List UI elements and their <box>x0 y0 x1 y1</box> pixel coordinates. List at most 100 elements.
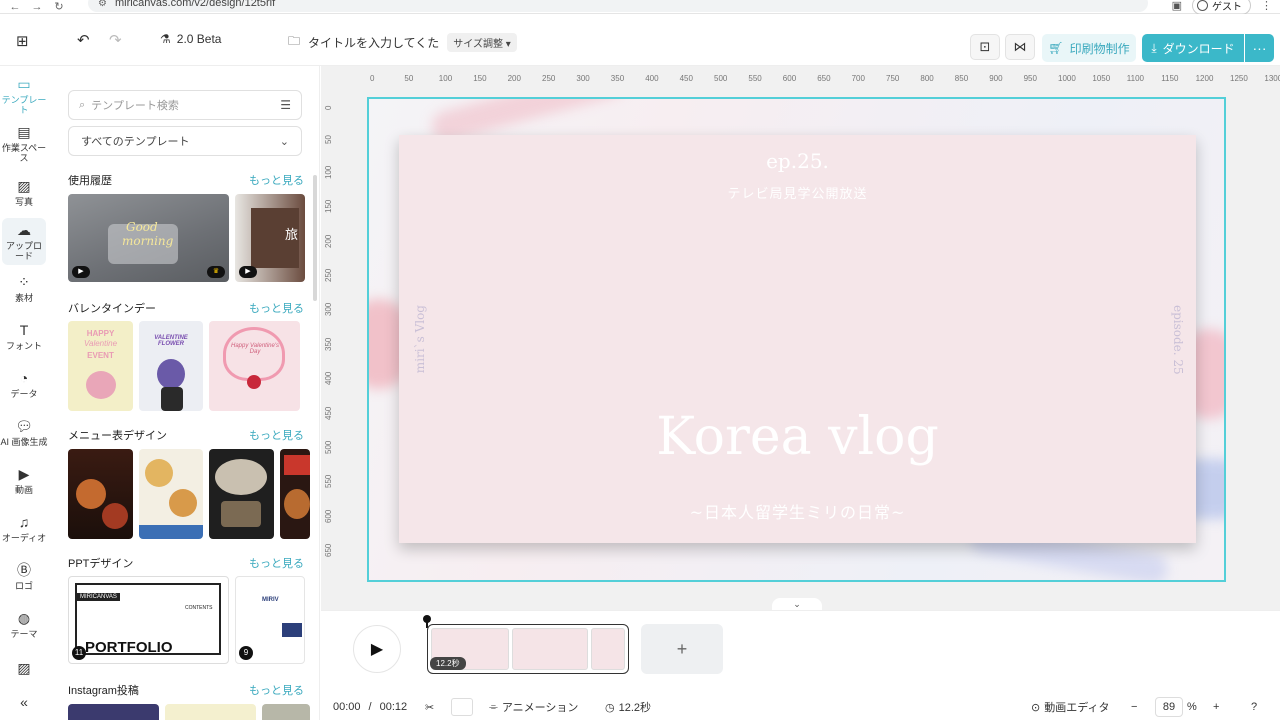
main-title-text[interactable]: Korea vlog <box>399 407 1196 467</box>
rail-item-photo[interactable]: ▨ 写真 <box>0 178 48 207</box>
browser-menu-icon[interactable]: ⋮ <box>1261 0 1272 12</box>
template-thumb-insta-1[interactable] <box>68 704 159 720</box>
template-thumb-travel[interactable]: 旅 ▶ <box>235 194 305 282</box>
template-thumb-menu-1[interactable] <box>68 449 133 539</box>
zoom-out-button[interactable]: − <box>1131 694 1137 720</box>
episode-text[interactable]: ep.25. <box>399 149 1196 173</box>
apps-grid-icon[interactable]: ⊞ <box>16 32 29 50</box>
reload-icon[interactable]: ↻ <box>52 1 66 13</box>
design-card[interactable]: ep.25. テレビ局見学公開放送 Korea vlog ~日本人留学生ミリの日… <box>399 135 1196 543</box>
rail-item-template[interactable]: ▭ テンプレート <box>0 76 48 115</box>
duration-button[interactable]: ◷ 12.2秒 <box>605 694 651 720</box>
collapse-timeline-button[interactable]: ⌄ <box>772 598 822 610</box>
rose-illustration <box>247 375 261 389</box>
forward-icon[interactable]: → <box>30 1 44 13</box>
more-link[interactable]: もっと見る <box>249 682 304 698</box>
folder-icon[interactable]: 🗀 <box>288 32 300 53</box>
template-thumb-good-morning[interactable]: Good morning ▶ ♛ <box>68 194 229 282</box>
timer-icon: ◷ <box>605 701 615 714</box>
rail-item-workspace[interactable]: ▤ 作業スペース <box>0 124 48 163</box>
more-link[interactable]: もっと見る <box>249 427 304 443</box>
subtitle-bottom-text[interactable]: ~日本人留学生ミリの日常~ <box>399 499 1196 523</box>
ruler-tick-label: 450 <box>324 406 333 420</box>
rail-item-elements[interactable]: ⁘ 素材 <box>0 274 48 303</box>
ruler-tick-label: 100 <box>438 74 453 83</box>
template-thumb-menu-3[interactable] <box>209 449 274 539</box>
add-page-button[interactable]: + <box>641 624 723 674</box>
rail-item-theme[interactable]: ◍ テーマ <box>0 610 48 639</box>
rail-item-ai-image[interactable]: 💬︎ AI 画像生成 <box>0 418 48 447</box>
more-link[interactable]: もっと見る <box>249 555 304 571</box>
template-thumb-insta-2[interactable] <box>165 704 256 720</box>
redo-icon[interactable]: ↷ <box>109 31 122 49</box>
rail-label: 作業スペース <box>1 143 47 163</box>
url-bar[interactable]: ⚙ miricanvas.com/v2/design/12t5rif <box>88 0 1148 12</box>
help-button[interactable]: ? <box>1251 694 1257 720</box>
rail-item-video[interactable]: ▶ 動画 <box>0 466 48 495</box>
print-button[interactable]: 🛒︎ 印刷物制作 <box>1042 34 1136 62</box>
rail-item-logo[interactable]: Ⓑ ロゴ <box>0 562 48 591</box>
rail-item-font[interactable]: T フォント <box>0 322 48 351</box>
download-icon: ⤓ <box>1151 40 1157 55</box>
rail-label: 素材 <box>14 293 33 303</box>
rail-item-upload[interactable]: ☁ アップロード <box>2 218 46 265</box>
data-icon: ◔ <box>19 370 29 386</box>
page-count-badge: 9 <box>239 646 253 660</box>
template-thumb-menu-4[interactable] <box>280 449 310 539</box>
back-icon[interactable]: ← <box>8 1 22 13</box>
save-icon: ⊡ <box>979 39 991 54</box>
rail-item-audio[interactable]: ♫ オーディオ <box>0 514 48 543</box>
undo-icon[interactable]: ↶ <box>77 31 90 49</box>
sidepanel-icon[interactable]: ▣ <box>1172 0 1182 12</box>
template-thumb-valentine-flower[interactable]: VALENTINE FLOWER <box>139 321 203 411</box>
ai-image-icon: 💬︎ <box>15 418 33 434</box>
play-button[interactable]: ▶ <box>353 625 401 673</box>
template-thumb-menu-2[interactable] <box>139 449 203 539</box>
site-info-icon[interactable]: ⚙ <box>98 0 107 9</box>
flask-icon: ⚗ <box>160 32 171 46</box>
section-ppt: PPTデザイン もっと見る <box>68 555 304 571</box>
collapse-panel-button[interactable]: « <box>0 694 48 713</box>
template-thumb-ppt-2[interactable]: MIRIV 9 <box>235 576 305 664</box>
rail-item-pattern[interactable]: ▨ <box>0 660 48 679</box>
section-title: メニュー表デザイン <box>68 430 167 442</box>
more-link[interactable]: もっと見る <box>249 300 304 316</box>
thumb-text: VALENTINE FLOWER <box>154 335 188 347</box>
banner-illustration <box>284 455 310 475</box>
zoom-in-button[interactable]: + <box>1213 694 1219 720</box>
filter-icon[interactable]: ☰ <box>280 98 291 112</box>
rail-item-data[interactable]: ◔ データ <box>0 370 48 399</box>
category-select[interactable]: すべてのテンプレート ⌄ <box>68 126 302 156</box>
right-vertical-text[interactable]: episode. 25 <box>1171 305 1185 375</box>
ruler-tick-label: 700 <box>851 74 865 83</box>
panel-scrollbar[interactable] <box>313 175 317 301</box>
template-thumb-portfolio[interactable]: MIRICANVAS CONTENTS PORTFOLIO 11 <box>68 576 229 664</box>
elements-icon: ⁘ <box>18 274 30 290</box>
download-more-button[interactable]: ··· <box>1245 34 1274 62</box>
save-button[interactable]: ⊡ <box>970 34 1000 60</box>
download-button[interactable]: ⤓ ダウンロード <box>1142 34 1244 62</box>
template-thumb-insta-3[interactable] <box>262 704 310 720</box>
background-swatch[interactable] <box>451 694 473 720</box>
print-label: 印刷物制作 <box>1069 41 1130 56</box>
template-thumb-valentine-event[interactable]: HAPPY Valentine EVENT <box>68 321 133 411</box>
version-button[interactable]: ⚗ 2.0 Beta <box>160 32 221 46</box>
design-canvas[interactable]: ep.25. テレビ局見学公開放送 Korea vlog ~日本人留学生ミリの日… <box>367 97 1226 582</box>
bouquet-illustration <box>86 371 116 399</box>
ruler-tick-label: 0 <box>370 74 375 83</box>
title-input[interactable]: タイトルを入力してくた <box>308 34 439 51</box>
template-thumb-valentines-day[interactable]: Happy Valentine's Day <box>209 321 300 411</box>
template-search-input[interactable]: ⌕ テンプレート検索 ☰ <box>68 90 302 120</box>
animation-button[interactable]: ⌯ アニメーション <box>489 694 578 720</box>
profile-button[interactable]: ゲスト <box>1192 0 1251 15</box>
resize-button[interactable]: サイズ調整 ▾ <box>447 33 517 52</box>
more-link[interactable]: もっと見る <box>249 172 304 188</box>
video-editor-button[interactable]: ⊙ 動画エディタ <box>1031 694 1109 720</box>
zoom-input[interactable]: 89 <box>1155 697 1183 717</box>
clip-frame <box>512 628 588 670</box>
vertical-ruler: 0 50 100 150 200 250 300 350 400 450 500 550 600 650 <box>322 98 340 588</box>
subtitle-top-text[interactable]: テレビ局見学公開放送 <box>399 183 1196 202</box>
trim-button[interactable]: ✂ <box>425 694 434 720</box>
left-vertical-text[interactable]: miri`s Vlog <box>413 305 427 373</box>
share-button[interactable]: ⋈ <box>1005 34 1035 60</box>
